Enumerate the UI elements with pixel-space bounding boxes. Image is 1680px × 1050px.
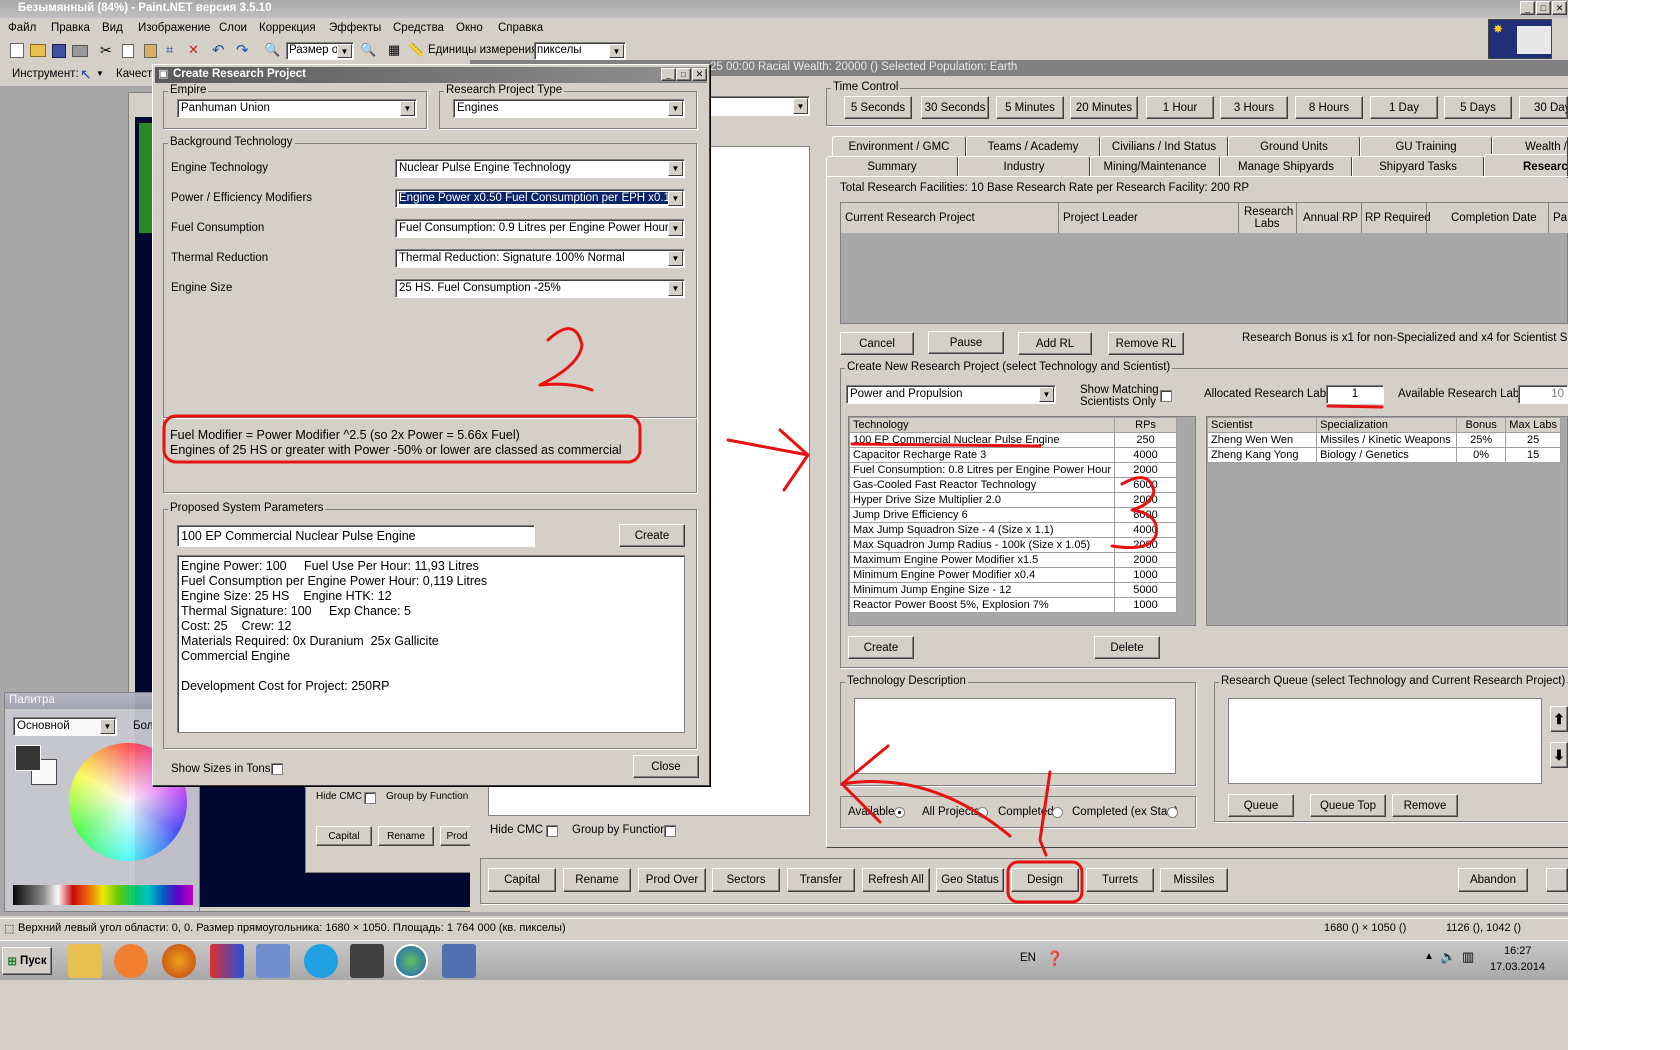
- annotation-arrow-right: [726, 428, 810, 492]
- skype-icon[interactable]: [304, 944, 338, 978]
- volume-icon[interactable]: 🔈: [1440, 949, 1456, 965]
- annotation-number-3: [1110, 476, 1158, 550]
- taskbar: ⊞ Пуск EN ❓ ▲ 🔈 ▥ 16:27 17.03.2014: [0, 940, 1568, 980]
- tray-expand-icon[interactable]: ▲: [1424, 951, 1434, 962]
- annotation-design-box: [1006, 860, 1084, 904]
- start-button[interactable]: ⊞ Пуск: [2, 947, 52, 975]
- speaker-app-icon[interactable]: [350, 944, 384, 978]
- explorer-icon[interactable]: [68, 944, 102, 978]
- canvas-scrollbar[interactable]: [1568, 0, 1680, 1050]
- help-icon[interactable]: ❓: [1046, 950, 1063, 967]
- feather-icon[interactable]: [256, 944, 290, 978]
- firefox-icon[interactable]: [162, 944, 196, 978]
- windows-logo-icon: ⊞: [7, 956, 18, 968]
- annotation-number-1: [1038, 770, 1052, 857]
- clock-time: 16:27: [1504, 945, 1532, 957]
- annotations-overlay: [162, 327, 1384, 904]
- lang-indicator[interactable]: EN: [1020, 952, 1036, 964]
- annotation-underline-labs: [1326, 404, 1384, 409]
- butterfly-icon[interactable]: [210, 944, 244, 978]
- network-icon[interactable]: ▥: [1462, 949, 1474, 965]
- annotation-info-box: [162, 414, 642, 464]
- annotation-underline-tech: [850, 442, 1042, 448]
- paint-net-icon[interactable]: [442, 944, 476, 978]
- media-player-icon[interactable]: [114, 944, 148, 978]
- annotation-arrow-left: [840, 744, 1012, 838]
- clock-date: 17.03.2014: [1490, 961, 1546, 973]
- annotation-number-2: [538, 327, 594, 392]
- globe-icon[interactable]: [394, 944, 428, 978]
